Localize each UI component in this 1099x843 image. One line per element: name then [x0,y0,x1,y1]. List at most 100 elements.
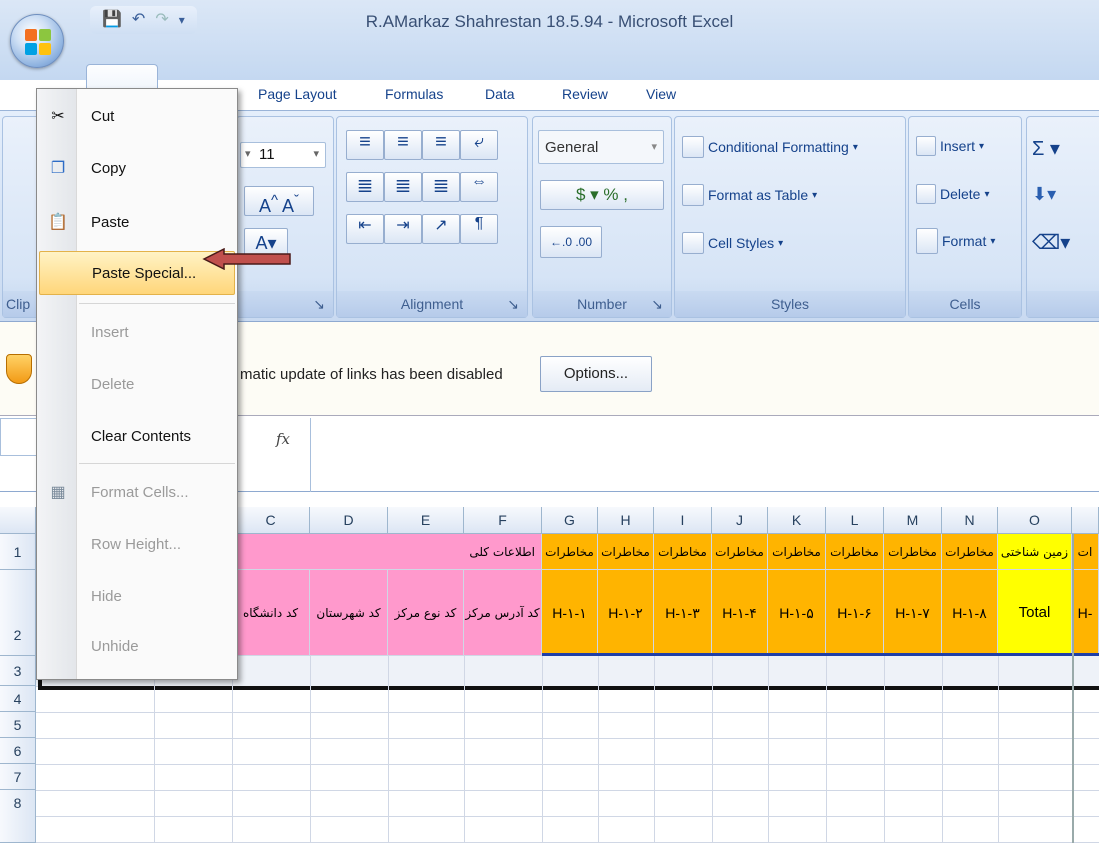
font-grow-icon[interactable]: A^ Aˇ [244,186,314,216]
cell-hazard-code[interactable]: H-۱-۸ [942,570,998,656]
align-bottom-icon[interactable]: ≡ [422,130,460,160]
row-header[interactable]: 6 [0,738,36,764]
column-header[interactable]: F [464,507,542,534]
menu-separator [79,463,235,464]
column-header[interactable]: I [654,507,712,534]
format-button[interactable]: Format ▾ [916,228,995,254]
merge-center-icon[interactable]: ⇔ [460,172,498,202]
number-format-select[interactable]: General ▾ [538,130,664,164]
row-header[interactable]: 4 [0,686,36,712]
conditional-formatting-button[interactable]: Conditional Formatting ▾ [682,136,858,158]
row-header[interactable]: 5 [0,712,36,738]
fill-icon[interactable]: ⬇▾ [1032,184,1056,205]
cell-geological[interactable]: زمین شناختی [998,534,1072,570]
tab-view[interactable]: View [646,86,676,102]
menu-item-copy[interactable]: ❐ Copy [37,147,237,191]
column-header[interactable]: O [998,507,1072,534]
align-right-icon[interactable]: ≣ [422,172,460,202]
row-header[interactable]: 2 [0,570,36,656]
number-group-label: Number ↘ [533,291,671,317]
menu-item-row-height[interactable]: Row Height... [37,523,237,567]
column-header[interactable]: M [884,507,942,534]
menu-item-unhide[interactable]: Unhide [37,625,237,669]
clear-icon[interactable]: ⌫▾ [1032,230,1070,255]
cell-hazard-header[interactable]: مخاطرات [942,534,998,570]
cell-general-info[interactable]: اطلاعات کلی [232,534,542,570]
cell-hazard-header[interactable]: مخاطرات [542,534,598,570]
font-size-select[interactable]: ▾ 11 ▾ [240,142,326,168]
menu-item-clear-contents[interactable]: Clear Contents [37,415,237,459]
column-header[interactable]: J [712,507,768,534]
cell-center-address-code[interactable]: کد آدرس مرکز [464,570,542,656]
tab-page-layout[interactable]: Page Layout [258,86,337,102]
column-header[interactable]: H [598,507,654,534]
cell-hazard-header[interactable]: مخاطرات [884,534,942,570]
menu-item-hide[interactable]: Hide [37,575,237,619]
formula-input[interactable] [310,418,1099,492]
menu-item-cut[interactable]: ✂ Cut [37,95,237,139]
paste-icon: 📋 [48,214,68,231]
currency-button[interactable]: $ ▾ % , [540,180,664,210]
cell-hazard-code[interactable]: H-۱-۲ [598,570,654,656]
column-header[interactable]: E [388,507,464,534]
row-header[interactable]: 3 [0,656,36,686]
format-as-table-button[interactable]: Format as Table ▾ [682,184,817,206]
rtl-icon[interactable]: ¶ [460,214,498,244]
row-header[interactable]: 8 [0,790,36,843]
cell-hazard-code[interactable]: H-۱-۵ [768,570,826,656]
autosum-icon[interactable]: Σ ▾ [1032,136,1060,161]
column-header[interactable]: D [310,507,388,534]
delete-button[interactable]: Delete ▾ [916,184,990,204]
cell-hazard-code[interactable]: H-۱-۷ [884,570,942,656]
cell-hazard-header[interactable]: مخاطرات [826,534,884,570]
cell-center-type-code[interactable]: کد نوع مرکز [388,570,464,656]
column-header[interactable]: G [542,507,598,534]
decrease-indent-icon[interactable]: ⇤ [346,214,384,244]
select-all-corner[interactable] [0,507,36,534]
row-header[interactable]: 1 [0,534,36,570]
align-left-icon[interactable]: ≣ [346,172,384,202]
grow-shrink-font-buttons[interactable]: A^ Aˇ [244,186,314,216]
cell-total[interactable]: Total [998,570,1072,656]
cell-hazard-code[interactable]: H-۱-۳ [654,570,712,656]
increase-indent-icon[interactable]: ⇥ [384,214,422,244]
cell-hazard-header[interactable]: مخاطرات [598,534,654,570]
cell-city-code[interactable]: کد شهرستان [310,570,388,656]
menu-item-insert[interactable]: Insert [37,311,237,355]
align-top-icon[interactable]: ≡ [346,130,384,160]
row-header[interactable]: 7 [0,764,36,790]
cell-university-code[interactable]: کد دانشگاه [232,570,310,656]
alignment-buttons: ≡ ≡ ≡ ⤶ ≣ ≣ ≣ ⇔ ⇤ ⇥ ↗ ¶ [346,130,498,244]
insert-button[interactable]: Insert ▾ [916,136,984,156]
column-header[interactable]: C [232,507,310,534]
column-header[interactable]: N [942,507,998,534]
menu-item-paste[interactable]: 📋 Paste [37,201,237,245]
tab-review[interactable]: Review [562,86,608,102]
column-header[interactable]: L [826,507,884,534]
cell-hazard-code[interactable]: H-۱-۱ [542,570,598,656]
gridline [712,656,713,843]
cell-hazard-header[interactable]: مخاطرات [654,534,712,570]
orientation-icon[interactable]: ↗ [422,214,460,244]
menu-item-format-cells[interactable]: ▦ Format Cells... [37,471,237,515]
align-center-icon[interactable]: ≣ [384,172,422,202]
options-button[interactable]: Options... [540,356,652,392]
insert-function-icon[interactable]: fx [276,430,290,448]
gridline [998,656,999,843]
column-header-p[interactable] [1072,507,1099,534]
tab-formulas[interactable]: Formulas [385,86,443,102]
decimal-buttons[interactable]: ←.0 .00 [540,226,602,258]
menu-item-delete[interactable]: Delete [37,363,237,407]
cell-styles-button[interactable]: Cell Styles ▾ [682,232,783,254]
tab-data[interactable]: Data [485,86,515,102]
column-header[interactable]: K [768,507,826,534]
format-cells-icon: ▦ [50,484,66,501]
cell-hazard-code[interactable]: H-۱-۴ [712,570,768,656]
cell-edge[interactable]: ات [1072,534,1099,570]
cell-hazard-code[interactable]: H-۱-۶ [826,570,884,656]
align-middle-icon[interactable]: ≡ [384,130,422,160]
wrap-text-icon[interactable]: ⤶ [460,130,498,160]
cell-edge[interactable]: H- [1072,570,1099,656]
cell-hazard-header[interactable]: مخاطرات [768,534,826,570]
cell-hazard-header[interactable]: مخاطرات [712,534,768,570]
